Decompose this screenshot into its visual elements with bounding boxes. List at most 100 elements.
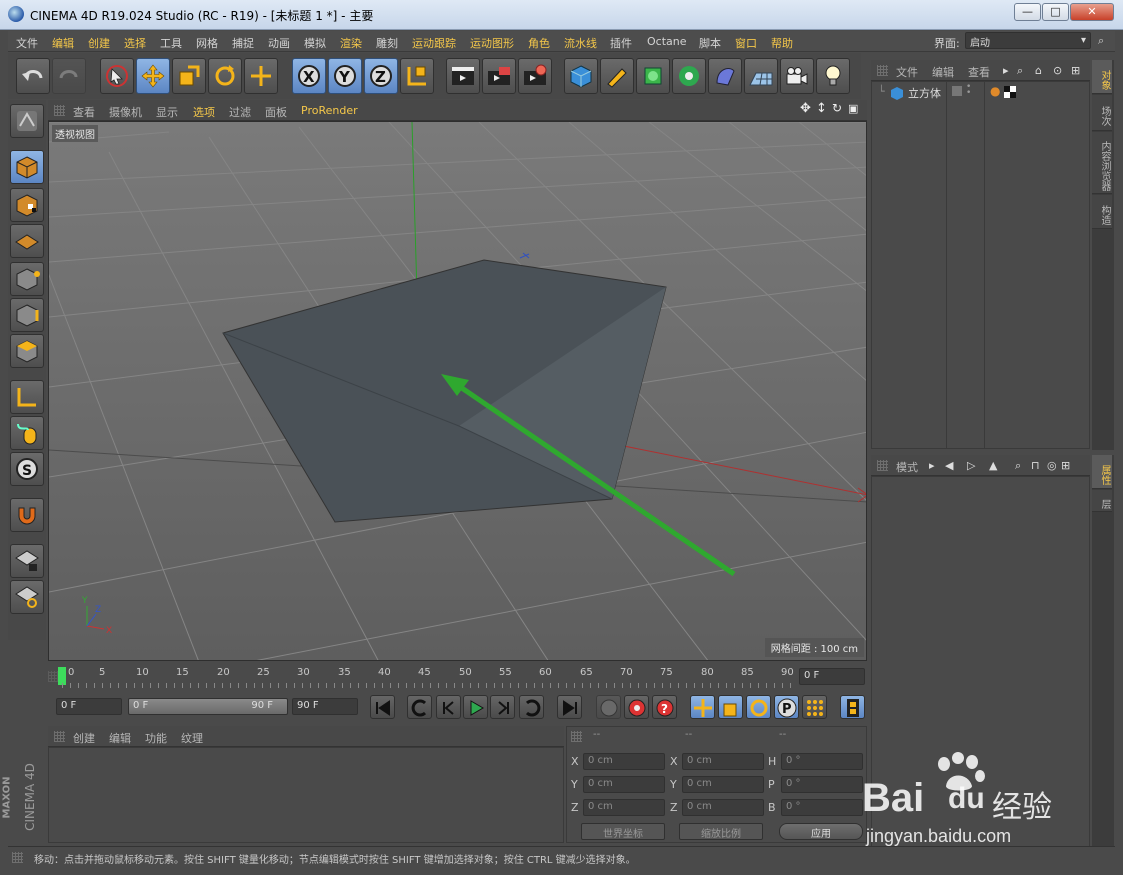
menu-mesh[interactable]: 网格 <box>196 35 218 51</box>
menu-help[interactable]: 帮助 <box>771 35 793 51</box>
key-position-button[interactable] <box>690 695 715 719</box>
y-axis-lock-button[interactable]: Y <box>328 58 362 94</box>
subdivision-surface-button[interactable] <box>636 58 670 94</box>
menu-script[interactable]: 脚本 <box>699 35 721 51</box>
home-icon[interactable]: ⌂ <box>1035 64 1042 77</box>
attributes-menu-mode[interactable]: 模式 <box>896 459 918 475</box>
cloner-button[interactable] <box>672 58 706 94</box>
minimize-button[interactable]: — <box>1014 3 1041 21</box>
menu-sculpt[interactable]: 雕刻 <box>376 35 398 51</box>
render-settings-button[interactable] <box>518 58 552 94</box>
viewport-menu-view[interactable]: 查看 <box>73 104 95 120</box>
search-icon[interactable]: ⌕ <box>1015 459 1021 473</box>
size-z-field[interactable]: 0 cm <box>682 799 764 816</box>
menu-mograph[interactable]: 运动图形 <box>470 35 514 51</box>
maximize-button[interactable]: □ <box>1042 3 1069 21</box>
tab-layers[interactable]: 层 <box>1092 490 1112 512</box>
light-button[interactable] <box>816 58 850 94</box>
lock-workplane-button[interactable] <box>10 544 44 578</box>
search-icon[interactable]: ⌕ <box>1098 34 1104 48</box>
close-button[interactable]: ✕ <box>1070 3 1114 21</box>
next-key-button[interactable] <box>519 695 544 719</box>
cube-primitive-button[interactable] <box>564 58 598 94</box>
new-panel-icon[interactable]: ⊞ <box>1061 459 1070 472</box>
editor-visibility-icon[interactable] <box>952 86 962 96</box>
current-frame-field[interactable]: 0 F <box>799 668 865 685</box>
render-view-button[interactable] <box>446 58 480 94</box>
make-editable-button[interactable] <box>10 104 44 138</box>
viewport-maximize-icon[interactable]: ▣ <box>848 102 858 115</box>
chevron-right-icon[interactable]: ▸ <box>929 459 935 472</box>
transform-tool-button[interactable] <box>244 58 278 94</box>
forward-arrow-icon[interactable]: ▷ <box>967 459 975 472</box>
position-y-field[interactable]: 0 cm <box>583 776 665 793</box>
position-z-field[interactable]: 0 cm <box>583 799 665 816</box>
viewport-menu-cameras[interactable]: 摄像机 <box>109 104 142 120</box>
rotation-h-field[interactable]: 0 ° <box>781 753 863 770</box>
phong-tag-icon[interactable]: ● <box>990 84 1000 98</box>
end-frame-field[interactable]: 90 F <box>292 698 358 715</box>
chevron-right-icon[interactable]: ▸ <box>1003 64 1009 77</box>
menu-animate[interactable]: 动画 <box>268 35 290 51</box>
record-active-objects-button[interactable] <box>624 695 649 719</box>
menu-octane[interactable]: Octane <box>647 35 687 48</box>
objects-menu-file[interactable]: 文件 <box>896 64 918 80</box>
viewport-rotate-icon[interactable]: ↻ <box>832 101 842 115</box>
object-row-cube[interactable]: └ 立方体 • • ● <box>872 83 1090 101</box>
coordinate-system-button[interactable] <box>400 58 434 94</box>
magnet-button[interactable] <box>10 498 44 532</box>
material-menu-texture[interactable]: 纹理 <box>181 730 203 746</box>
material-area[interactable] <box>48 747 564 843</box>
floor-button[interactable] <box>744 58 778 94</box>
rotation-b-field[interactable]: 0 ° <box>781 799 863 816</box>
x-axis-lock-button[interactable]: X <box>292 58 326 94</box>
snap-button[interactable]: S <box>10 452 44 486</box>
back-arrow-icon[interactable]: ◀ <box>945 459 953 472</box>
add-panel-icon[interactable]: ⊞ <box>1071 64 1080 77</box>
objects-menu-view[interactable]: 查看 <box>968 64 990 80</box>
viewport-zoom-icon[interactable]: ↕ <box>816 101 827 116</box>
menu-pipeline[interactable]: 流水线 <box>564 35 597 51</box>
z-axis-lock-button[interactable]: Z <box>364 58 398 94</box>
layout-dropdown[interactable]: 启动 ▾ <box>965 32 1091 49</box>
previous-key-button[interactable] <box>407 695 432 719</box>
timeline-window-button[interactable] <box>840 695 865 719</box>
viewport-menu-display[interactable]: 显示 <box>156 104 178 120</box>
workplane-mode-button[interactable] <box>10 224 44 258</box>
panel-grip-icon[interactable] <box>54 731 65 742</box>
panel-grip-icon[interactable] <box>571 731 582 742</box>
pen-spline-button[interactable] <box>600 58 634 94</box>
timeline-ruler[interactable]: 0 5 10 15 20 25 30 35 40 45 50 55 60 65 … <box>48 663 867 690</box>
position-x-field[interactable]: 0 cm <box>583 753 665 770</box>
tab-takes[interactable]: 场次 <box>1092 95 1112 131</box>
menu-tools[interactable]: 工具 <box>160 35 182 51</box>
next-frame-button[interactable] <box>490 695 515 719</box>
play-button[interactable] <box>463 695 488 719</box>
target-icon[interactable]: ◎ <box>1047 459 1057 472</box>
frame-range-slider[interactable]: 0 F 90 F <box>128 698 288 715</box>
key-point-level-button[interactable] <box>802 695 827 719</box>
edges-mode-button[interactable] <box>10 298 44 332</box>
move-tool-button[interactable] <box>136 58 170 94</box>
menu-motion-tracking[interactable]: 运动跟踪 <box>412 35 456 51</box>
polygons-mode-button[interactable] <box>10 334 44 368</box>
autokey-button[interactable]: ? <box>652 695 677 719</box>
menu-file[interactable]: 文件 <box>16 35 38 51</box>
points-mode-button[interactable] <box>10 262 44 296</box>
material-menu-function[interactable]: 功能 <box>145 730 167 746</box>
material-tag-icon[interactable] <box>1004 86 1016 98</box>
coordinate-system-dropdown[interactable]: 世界坐标 <box>581 823 665 840</box>
perspective-viewport[interactable]: Y X Z 透视视图 网格间距 : 100 cm <box>48 121 867 661</box>
viewport-menu-filter[interactable]: 过滤 <box>229 104 251 120</box>
material-menu-edit[interactable]: 编辑 <box>109 730 131 746</box>
up-arrow-icon[interactable]: ▲ <box>989 459 997 472</box>
start-frame-field[interactable]: 0 F <box>56 698 122 715</box>
scale-mode-dropdown[interactable]: 缩放比例 <box>679 823 763 840</box>
camera-button[interactable] <box>780 58 814 94</box>
render-visibility-dots[interactable]: • • <box>966 83 971 98</box>
deformer-button[interactable] <box>708 58 742 94</box>
search-icon[interactable]: ⌕ <box>1017 64 1023 78</box>
size-x-field[interactable]: 0 cm <box>682 753 764 770</box>
panel-grip-icon[interactable] <box>877 460 888 471</box>
menu-plugins[interactable]: 插件 <box>610 35 632 51</box>
